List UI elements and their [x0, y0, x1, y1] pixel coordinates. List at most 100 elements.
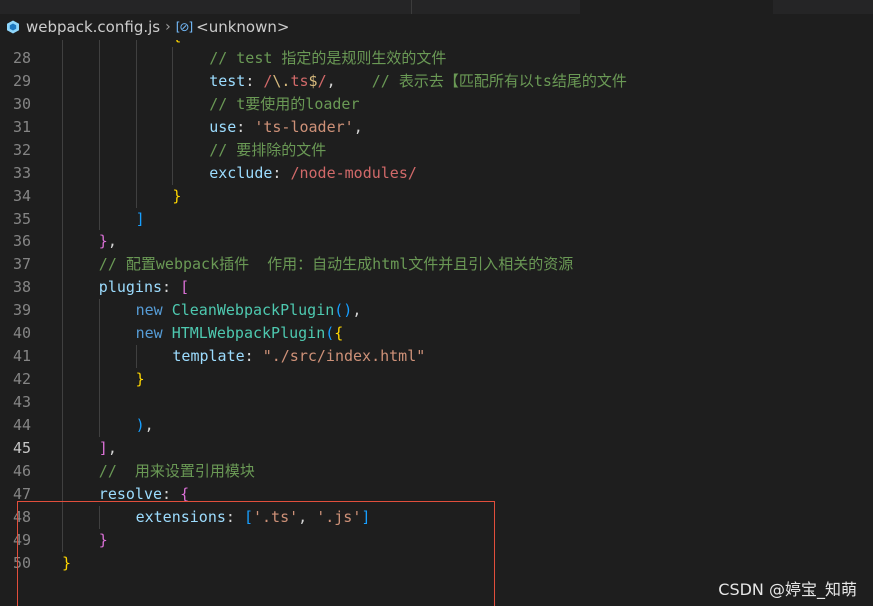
indent-guide [62, 528, 63, 552]
code-line[interactable]: 34} [0, 184, 873, 208]
indent-guide [62, 207, 63, 231]
code-line[interactable]: 46 // 用来设置引用模块 [0, 459, 873, 483]
code-line[interactable]: 44), [0, 413, 873, 437]
code-token: { [180, 484, 190, 503]
breadcrumb-symbol[interactable]: <unknown> [196, 18, 289, 36]
line-number: 33 [12, 163, 31, 182]
code-token: () [334, 301, 353, 320]
line-number: 42 [12, 370, 31, 389]
code-text: // t要使用的loader [209, 93, 359, 116]
line-number: 47 [12, 484, 31, 503]
indent-guide [62, 276, 63, 300]
code-text: plugins: [ [99, 276, 189, 299]
code-token: ] [98, 438, 108, 457]
code-line[interactable]: 37 // 配置webpack插件 作用：自动生成html文件并且引入相关的资源 [0, 253, 873, 277]
code-token: , [107, 232, 117, 251]
line-number: 48 [12, 507, 31, 526]
code-line[interactable]: 49} [0, 528, 873, 552]
code-token: "./src/index.html" [262, 347, 426, 366]
code-token: // 用来设置引用模块 [98, 461, 255, 480]
webpack-file-icon [6, 20, 20, 34]
code-editor[interactable]: 27{28// test 指定的是规则生效的文件29test: /\.ts$/,… [0, 40, 873, 606]
indent-guide [98, 345, 100, 369]
code-line[interactable]: 39 new CleanWebpackPlugin(), [0, 299, 873, 323]
editor-tab-strip [0, 0, 873, 14]
code-text: } [62, 552, 71, 575]
indent-guide [98, 161, 100, 185]
code-token: extensions [135, 507, 226, 526]
code-token: resolve [98, 484, 163, 503]
tab-separator [411, 0, 412, 14]
code-line[interactable]: 36}, [0, 230, 873, 254]
code-line[interactable]: 42} [0, 368, 873, 391]
indent-guide [135, 161, 137, 185]
code-line[interactable]: 38 plugins: [ [0, 276, 873, 300]
line-number: 31 [12, 117, 31, 136]
code-token: [ [243, 507, 253, 526]
code-line[interactable]: 28 // test 指定的是规则生效的文件 [0, 46, 873, 70]
code-line[interactable]: 30 // t要使用的loader [0, 92, 873, 116]
line-number: 32 [12, 140, 31, 159]
indent-guide [62, 69, 63, 93]
code-token: : [245, 71, 264, 90]
code-text: // test 指定的是规则生效的文件 [209, 47, 446, 70]
code-token: } [98, 232, 108, 251]
code-line[interactable]: 29 test: /\.ts$/, // 表示去【匹配所有以ts结尾的文件 [0, 69, 873, 93]
code-token: : [162, 278, 181, 297]
tab-active[interactable] [580, 0, 773, 14]
code-line[interactable]: 41 template: "./src/index.html" [0, 345, 873, 369]
code-line[interactable]: 31 use: 'ts-loader', [0, 115, 873, 139]
code-text: template: "./src/index.html" [172, 345, 425, 368]
code-token: new [135, 324, 172, 343]
code-line[interactable]: 33 exclude: /node-modules/ [0, 161, 873, 185]
line-number: 39 [12, 301, 31, 320]
breadcrumb-file[interactable]: webpack.config.js [26, 18, 160, 36]
line-number: 46 [12, 461, 31, 480]
code-line[interactable]: 48 extensions: ['.ts', '.js'] [0, 505, 873, 529]
code-lines: 27{28// test 指定的是规则生效的文件29test: /\.ts$/,… [0, 40, 873, 575]
indent-guide [98, 92, 100, 116]
indent-guide [135, 345, 137, 369]
line-number: 36 [12, 232, 31, 251]
code-token: '.js' [316, 507, 362, 526]
code-line[interactable]: 35] [0, 207, 873, 231]
code-token: // 表示去【匹配所有以ts结尾的文件 [371, 71, 627, 90]
line-number: 30 [12, 94, 31, 113]
code-token: new [135, 301, 172, 320]
code-token: ) [135, 415, 145, 434]
indent-guide [135, 69, 137, 93]
indent-guide [172, 46, 174, 70]
code-line[interactable]: 43 [0, 391, 873, 414]
code-text: use: 'ts-loader', [209, 116, 363, 139]
line-number: 44 [12, 415, 31, 434]
code-token: ] [361, 507, 371, 526]
indent-guide [98, 391, 100, 414]
chevron-right-icon: › [165, 19, 171, 35]
indent-guide [135, 115, 137, 139]
code-text: ], [99, 437, 117, 460]
code-text: resolve: { [99, 483, 189, 506]
code-token: /node-modules/ [290, 163, 417, 182]
indent-guide [62, 92, 63, 116]
code-text: exclude: /node-modules/ [209, 162, 417, 185]
code-token: , [352, 301, 362, 320]
code-line[interactable]: 50} [0, 552, 873, 575]
indent-guide [98, 40, 100, 47]
code-line[interactable]: 27 { [0, 40, 873, 47]
code-text: ] [136, 208, 145, 231]
code-text: // 配置webpack插件 作用：自动生成html文件并且引入相关的资源 [99, 253, 574, 276]
symbol-variable-icon: [⊘] [175, 20, 193, 34]
code-line[interactable]: 40 new HTMLWebpackPlugin({ [0, 322, 873, 346]
code-line[interactable]: 47 resolve: { [0, 482, 873, 506]
code-line[interactable]: 45], [0, 436, 873, 460]
indent-guide [98, 184, 100, 208]
code-text: } [99, 529, 108, 552]
code-token: HTMLWebpackPlugin [171, 324, 326, 343]
line-number: 35 [12, 209, 31, 228]
code-token: use [209, 117, 237, 136]
code-token: { [334, 324, 344, 343]
indent-guide [62, 161, 63, 185]
indent-guide [172, 92, 174, 116]
code-line[interactable]: 32 // 要排除的文件 [0, 138, 873, 162]
code-text: new CleanWebpackPlugin(), [136, 299, 362, 322]
